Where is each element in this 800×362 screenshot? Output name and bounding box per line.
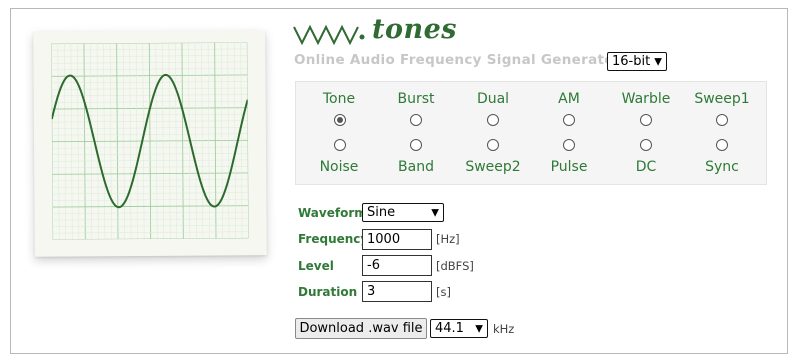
radio-sweep1[interactable] xyxy=(716,114,728,126)
page-subtitle: Online Audio Frequency Signal Generator xyxy=(294,52,621,68)
signal-label-pulse: Pulse xyxy=(550,159,588,175)
level-label: Level xyxy=(298,259,334,273)
radio-warble[interactable] xyxy=(640,114,652,126)
radio-sync[interactable] xyxy=(716,139,728,151)
duration-input[interactable]: 3 xyxy=(362,281,432,302)
frequency-label: Frequency xyxy=(298,232,369,246)
frequency-input[interactable]: 1000 xyxy=(362,229,432,250)
signal-label-sync: Sync xyxy=(705,159,739,175)
sample-rate-select[interactable]: 44.1 ▼ xyxy=(430,319,488,338)
graph-grid xyxy=(51,42,249,240)
frequency-unit: [Hz] xyxy=(436,232,460,246)
duration-unit: [s] xyxy=(436,285,451,299)
logo-text: tones xyxy=(372,14,457,45)
sample-rate-value: 44.1 xyxy=(435,321,464,336)
radio-dual[interactable] xyxy=(487,114,499,126)
chevron-down-icon: ▼ xyxy=(475,323,483,334)
logo-wave-icon xyxy=(293,24,365,46)
chevron-down-icon: ▼ xyxy=(654,56,662,67)
radio-tone[interactable] xyxy=(334,114,346,126)
bit-depth-select[interactable]: 16-bit ▼ xyxy=(607,52,667,71)
waveform-value: Sine xyxy=(367,205,396,220)
chevron-down-icon: ▼ xyxy=(431,207,439,218)
signal-label-am: AM xyxy=(558,91,580,107)
waveform-select[interactable]: Sine ▼ xyxy=(362,203,444,222)
signal-label-dual: Dual xyxy=(476,91,510,107)
signal-label-warble: Warble xyxy=(621,91,671,107)
download-wav-button[interactable]: Download .wav file xyxy=(295,318,427,339)
waveform-label: Waveform xyxy=(298,206,367,220)
signal-label-sweep1: Sweep1 xyxy=(694,91,750,107)
radio-noise[interactable] xyxy=(334,139,346,151)
radio-am[interactable] xyxy=(563,114,575,126)
signal-label-band: Band xyxy=(398,159,434,175)
level-unit: [dBFS] xyxy=(436,259,474,273)
waveform-graph xyxy=(51,42,249,240)
bit-depth-value: 16-bit xyxy=(612,54,651,69)
level-input[interactable]: -6 xyxy=(362,255,432,276)
signal-label-burst: Burst xyxy=(397,91,435,107)
signal-label-tone: Tone xyxy=(322,91,356,107)
sample-rate-unit: kHz xyxy=(493,322,515,336)
signal-label-dc: DC xyxy=(635,159,657,175)
radio-band[interactable] xyxy=(410,139,422,151)
radio-pulse[interactable] xyxy=(563,139,575,151)
radio-burst[interactable] xyxy=(410,114,422,126)
signal-label-noise: Noise xyxy=(319,159,359,175)
radio-dc[interactable] xyxy=(640,139,652,151)
signal-label-sweep2: Sweep2 xyxy=(465,159,521,175)
radio-sweep2[interactable] xyxy=(487,139,499,151)
duration-label: Duration xyxy=(298,285,358,299)
waveform-preview-card xyxy=(33,30,267,257)
